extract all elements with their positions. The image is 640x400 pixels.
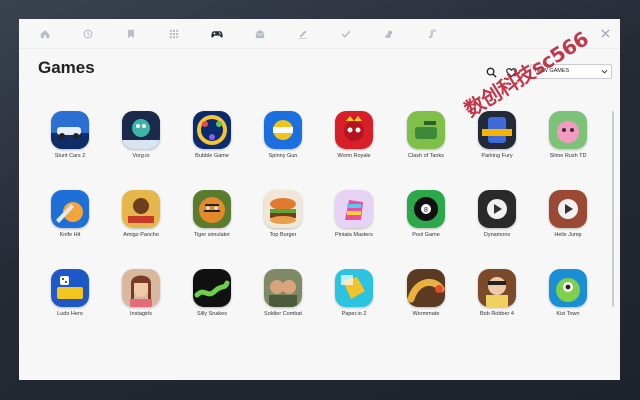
game-name: Knife Hit [59, 232, 81, 238]
game-name: Top Burger [269, 232, 297, 238]
apps-icon[interactable] [166, 26, 182, 42]
top-burger-icon[interactable] [264, 190, 302, 228]
tiger-simulator-icon[interactable] [193, 190, 231, 228]
edit-icon[interactable] [295, 26, 311, 42]
pool-game-icon[interactable]: 8 [407, 190, 445, 228]
game-name: Bob Robber 4 [480, 311, 514, 317]
game-name: Instagirls [129, 311, 152, 317]
game-tile-stunt-cars-2[interactable]: Stunt Cars 2 [35, 111, 105, 171]
top-navigation [19, 19, 620, 49]
instagirls-icon[interactable] [122, 269, 160, 307]
game-name: Paper.io 2 [341, 311, 367, 317]
close-icon[interactable] [598, 26, 612, 40]
game-tile-dynamons[interactable]: Dynamons [462, 190, 532, 250]
game-name: Vorg.io [132, 153, 150, 159]
game-tile-pool-game[interactable]: 8 Pool Game [391, 190, 461, 250]
game-name: Ludo Hero [57, 311, 83, 317]
game-tile-clash-of-tanks[interactable]: Clash of Tanks [391, 111, 461, 171]
game-name: Worm Royale [337, 153, 371, 159]
mail-icon[interactable] [252, 26, 268, 42]
bookmark-icon[interactable] [123, 26, 139, 42]
game-name: Helix Jump [554, 232, 582, 238]
game-tile-helix-jump[interactable]: Helix Jump [533, 190, 603, 250]
game-name: Kizi Town [556, 311, 580, 317]
dynamons-icon[interactable] [478, 190, 516, 228]
scrollbar[interactable] [612, 111, 614, 307]
bubble-game-icon[interactable] [193, 111, 231, 149]
game-tile-slime-rush-td[interactable]: Slime Rush TD [533, 111, 603, 171]
game-name: Stunt Cars 2 [54, 153, 86, 159]
game-tile-bubble-game[interactable]: Bubble Game [177, 111, 247, 171]
game-tile-amigo-pancho[interactable]: Amigo Pancho [106, 190, 176, 250]
ludo-hero-icon[interactable] [51, 269, 89, 307]
parking-fury-icon[interactable] [478, 111, 516, 149]
check-icon[interactable] [338, 26, 354, 42]
game-name: Dynamons [483, 232, 511, 238]
game-tile-bob-robber-4[interactable]: Bob Robber 4 [462, 269, 532, 329]
chevron-down-icon [601, 69, 608, 74]
amigo-pancho-icon[interactable] [122, 190, 160, 228]
game-tile-instagirls[interactable]: Instagirls [106, 269, 176, 329]
game-name: Bubble Game [195, 153, 229, 159]
game-tile-silly-snakes[interactable]: Silly Snakes [177, 269, 247, 329]
game-tile-top-burger[interactable]: Top Burger [248, 190, 318, 250]
worm-royale-icon[interactable] [335, 111, 373, 149]
page-title: Games [38, 58, 95, 77]
music-icon[interactable] [424, 26, 440, 42]
wormmate-icon[interactable] [407, 269, 445, 307]
game-name: Silly Snakes [197, 311, 227, 317]
game-name: Piniata Masters [335, 232, 373, 238]
game-name: Spinny Gun [268, 153, 298, 159]
game-name: Soldier Combat [264, 311, 302, 317]
game-tile-worm-royale[interactable]: Worm Royale [319, 111, 389, 171]
gamepad-icon[interactable] [209, 26, 225, 42]
kizi-town-icon[interactable] [549, 269, 587, 307]
soldier-combat-icon[interactable] [264, 269, 302, 307]
slime-rush-td-icon[interactable] [549, 111, 587, 149]
svg-text:8: 8 [424, 207, 428, 214]
game-tile-kizi-town[interactable]: Kizi Town [533, 269, 603, 329]
home-icon[interactable] [37, 26, 53, 42]
game-name: Parking Fury [481, 153, 513, 159]
helix-jump-icon[interactable] [549, 190, 587, 228]
stunt-cars-2-icon[interactable] [51, 111, 89, 149]
spinny-gun-icon[interactable] [264, 111, 302, 149]
game-tile-knife-hit[interactable]: Knife Hit [35, 190, 105, 250]
game-name: Amigo Pancho [123, 232, 159, 238]
clash-of-tanks-icon[interactable] [407, 111, 445, 149]
history-icon[interactable] [80, 26, 96, 42]
game-tile-piniata-masters[interactable]: Piniata Masters [319, 190, 389, 250]
game-name: Tiger simulator [193, 232, 231, 238]
game-tile-paper-io-2[interactable]: Paper.io 2 [319, 269, 389, 329]
game-name: Pool Game [412, 232, 440, 238]
weather-icon[interactable] [381, 26, 397, 42]
vorg-io-icon[interactable] [122, 111, 160, 149]
game-tile-wormmate[interactable]: Wormmate [391, 269, 461, 329]
bob-robber-4-icon[interactable] [478, 269, 516, 307]
silly-snakes-icon[interactable] [193, 269, 231, 307]
game-tile-tiger-simulator[interactable]: Tiger simulator [177, 190, 247, 250]
paper-io-2-icon[interactable] [335, 269, 373, 307]
game-tile-soldier-combat[interactable]: Soldier Combat [248, 269, 318, 329]
game-tile-vorg-io[interactable]: Vorg.io [106, 111, 176, 171]
game-name: Clash of Tanks [408, 153, 444, 159]
piniata-masters-icon[interactable] [335, 190, 373, 228]
game-name: Slime Rush TD [549, 153, 587, 159]
knife-hit-icon[interactable] [51, 190, 89, 228]
game-name: Wormmate [412, 311, 440, 317]
game-tile-ludo-hero[interactable]: Ludo Hero [35, 269, 105, 329]
game-tile-spinny-gun[interactable]: Spinny Gun [248, 111, 318, 171]
